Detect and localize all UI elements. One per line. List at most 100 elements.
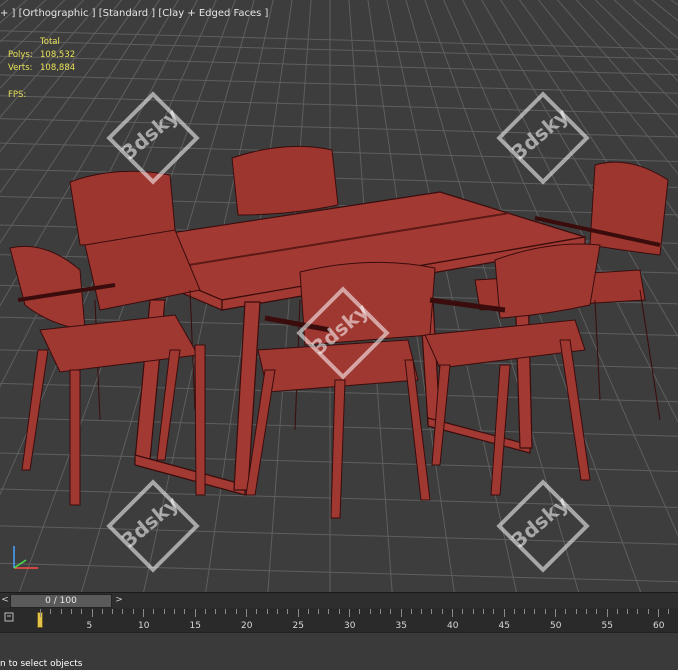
track-tick (122, 609, 124, 614)
track-tick (215, 609, 217, 614)
track-tick-label: 25 (292, 621, 304, 631)
track-tick (534, 609, 536, 614)
track-tick (400, 609, 402, 617)
statistics-overlay: Total Polys: 108,532 Verts: 108,884 (8, 36, 75, 75)
track-tick (256, 609, 258, 614)
track-tick (658, 609, 659, 617)
track-tick (287, 609, 289, 614)
3dsmax-window: + ] [Orthographic ] [Standard ] [Clay + … (0, 0, 678, 670)
prev-frame-button[interactable]: < (1, 595, 9, 606)
polys-label: Polys: (8, 50, 33, 60)
track-tick (50, 609, 52, 614)
track-tick (349, 609, 350, 617)
track-tick (101, 609, 103, 614)
track-tick (668, 609, 670, 614)
polys-row: Polys: 108,532 (8, 49, 75, 62)
status-bar (0, 632, 678, 670)
track-tick (616, 609, 618, 614)
track-tick (493, 609, 495, 614)
track-tick (194, 609, 196, 617)
track-tick-label: 55 (601, 621, 613, 631)
track-tick-label: 60 (653, 621, 665, 631)
viewport-label-menu[interactable]: + ] [Orthographic ] [Standard ] [Clay + … (0, 8, 268, 19)
chair-back-left (69, 170, 201, 421)
track-tick-label: 5 (86, 621, 93, 631)
track-bar-key-icon[interactable] (4, 611, 16, 623)
viewport-display-menu[interactable]: [Clay + Edged Faces ] (158, 8, 268, 19)
track-tick (173, 609, 175, 614)
track-tick (452, 609, 453, 617)
watermark-logo: 3dsky (495, 90, 590, 185)
next-frame-button[interactable]: > (115, 595, 123, 606)
track-tick (266, 609, 268, 614)
track-tick (606, 609, 608, 617)
watermark-logo: 3dsky (295, 285, 390, 380)
track-tick (91, 609, 93, 617)
track-tick (225, 609, 227, 614)
track-tick (112, 609, 114, 614)
track-tick (565, 609, 567, 614)
status-prompt: n to select objects (0, 659, 83, 669)
fps-label: FPS: (8, 90, 27, 100)
polys-value: 108,532 (40, 50, 76, 60)
track-tick (410, 609, 412, 614)
viewport-shading-menu[interactable]: [Standard ] (99, 8, 155, 19)
track-tick (163, 609, 165, 614)
track-tick-label: 40 (447, 621, 459, 631)
track-tick (132, 609, 134, 614)
time-slider[interactable]: 0 / 100 (10, 594, 112, 608)
track-tick-label: 30 (344, 621, 356, 631)
track-tick (524, 609, 526, 614)
track-tick-label: 50 (550, 621, 562, 631)
perspective-viewport[interactable]: + ] [Orthographic ] [Standard ] [Clay + … (0, 0, 678, 592)
track-tick (555, 609, 556, 617)
track-tick (204, 609, 206, 614)
track-tick (153, 609, 155, 614)
track-tick (235, 609, 237, 614)
track-tick (544, 609, 546, 614)
track-tick (596, 609, 598, 614)
track-tick-label: 45 (498, 621, 510, 631)
stats-header: Total (40, 37, 60, 47)
track-tick-label: 20 (241, 621, 253, 631)
track-tick (431, 609, 433, 614)
track-tick (647, 609, 649, 614)
track-tick (246, 609, 247, 617)
track-tick (637, 609, 639, 614)
chair-front-right (424, 243, 601, 496)
time-slider-bar: < 0 / 100 > (0, 592, 678, 608)
track-tick (441, 609, 443, 614)
watermark-logo: 3dsky (495, 478, 590, 573)
track-tick (472, 609, 474, 614)
track-tick (421, 609, 423, 614)
track-tick (70, 609, 72, 614)
track-tick (328, 609, 330, 614)
track-tick (40, 609, 41, 617)
track-tick (575, 609, 577, 614)
track-tick (81, 609, 83, 614)
track-tick (297, 609, 299, 617)
track-tick (513, 609, 515, 614)
track-tick-label: 10 (138, 621, 150, 631)
watermark-logo: 3dsky (105, 90, 200, 185)
track-tick (585, 609, 587, 614)
track-tick (379, 609, 381, 614)
track-tick (60, 609, 62, 614)
track-tick (482, 609, 484, 614)
verts-value: 108,884 (40, 63, 76, 73)
track-tick-label: 35 (395, 621, 407, 631)
axis-tripod-icon (13, 546, 38, 569)
track-tick (318, 609, 320, 614)
track-tick (184, 609, 186, 614)
track-tick (143, 609, 144, 617)
track-tick (359, 609, 361, 614)
track-tick (369, 609, 371, 614)
track-tick (503, 609, 505, 617)
track-tick (307, 609, 309, 614)
track-tick-label: 15 (189, 621, 201, 631)
verts-row: Verts: 108,884 (8, 62, 75, 75)
track-tick (462, 609, 464, 614)
track-tick (276, 609, 278, 614)
viewport-plus-menu[interactable]: + ] (0, 8, 15, 19)
viewport-view-menu[interactable]: [Orthographic ] (19, 8, 96, 19)
